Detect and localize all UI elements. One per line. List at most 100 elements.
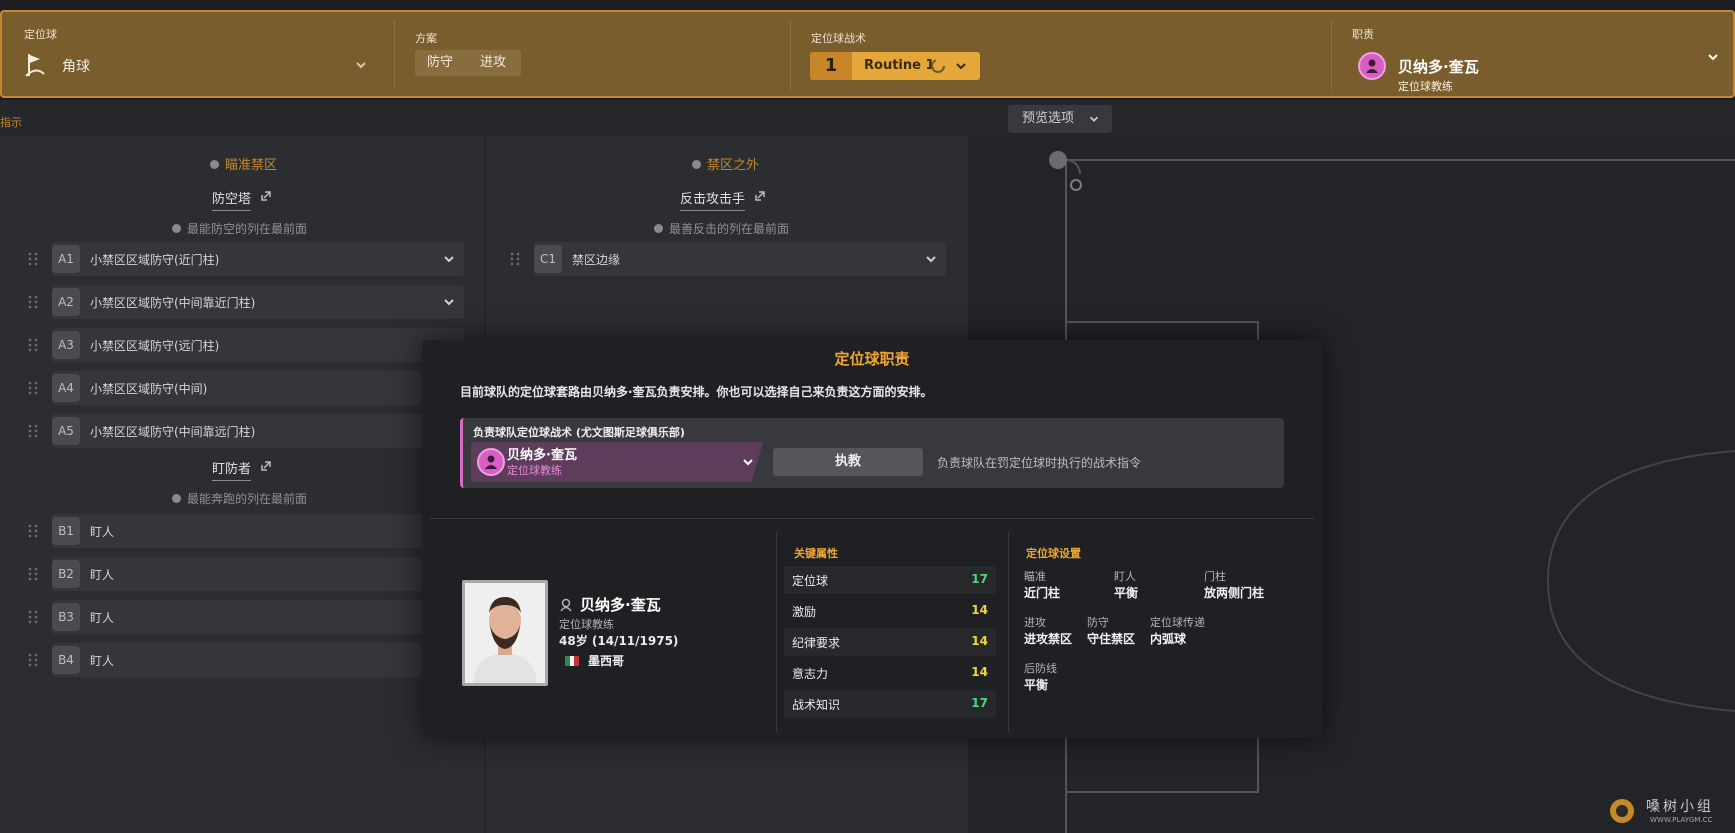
slot-dropdown[interactable]: A5 小禁区区域防守(中间靠远门柱)	[52, 414, 464, 448]
slot-label: 小禁区区域防守(远门柱)	[90, 339, 220, 353]
setting-label: 瞄准	[1024, 570, 1046, 583]
slot-dropdown[interactable]: C1 禁区边缘	[534, 242, 946, 276]
drag-handle-icon[interactable]	[510, 252, 520, 266]
coach-nationality: 墨西哥	[588, 654, 625, 668]
slot-row[interactable]: A3 小禁区区域防守(远门柱)	[28, 328, 464, 362]
person-icon	[560, 598, 572, 612]
attribute-name: 定位球	[792, 574, 829, 588]
attribute-name: 激励	[792, 605, 817, 619]
coach-button[interactable]: 执教	[773, 448, 923, 476]
person-icon	[1366, 59, 1378, 73]
info-icon	[172, 494, 181, 503]
slot-label: 小禁区区域防守(近门柱)	[90, 253, 220, 267]
slot-code: A1	[52, 245, 80, 273]
group-hint: 最善反击的列在最前面	[654, 220, 789, 237]
attribute-value: 14	[971, 634, 988, 648]
dialog-title: 定位球职责	[834, 350, 910, 368]
assignment-row: 负责球队定位球战术 (尤文图斯足球俱乐部) 贝纳多·奎瓦 定位球教练 执教 负责…	[460, 418, 1284, 488]
coach-role: 定位球教练	[559, 618, 614, 631]
staff-dropdown[interactable]: 贝纳多·奎瓦 定位球教练	[471, 442, 763, 482]
slot-dropdown[interactable]: B4 盯人	[52, 643, 464, 677]
coach-photo	[462, 580, 548, 686]
info-icon	[210, 160, 219, 169]
slot-row[interactable]: B3 盯人	[28, 600, 464, 634]
tab-defense[interactable]: 防守	[415, 50, 465, 76]
attribute-value: 17	[971, 696, 988, 710]
drag-handle-icon[interactable]	[28, 381, 38, 395]
watermark-text: 嗓树小组	[1646, 799, 1714, 815]
setpiece-value: 角球	[62, 59, 90, 75]
setting-label: 门柱	[1204, 570, 1226, 583]
assigned-role: 定位球教练	[507, 464, 562, 477]
zone-title: 瞄准禁区	[210, 154, 277, 173]
slot-dropdown[interactable]: A4 小禁区区域防守(中间)	[52, 371, 464, 405]
slot-label: 盯人	[90, 525, 115, 539]
tactic-label: 定位球战术	[811, 32, 866, 45]
slot-row[interactable]: C1 禁区边缘	[510, 242, 946, 276]
drag-handle-icon[interactable]	[28, 567, 38, 581]
person-icon	[485, 455, 497, 469]
routine-name: Routine 1	[864, 58, 935, 73]
slot-label: 禁区边缘	[572, 253, 621, 267]
drag-handle-icon[interactable]	[28, 252, 38, 266]
setting-label: 进攻	[1024, 616, 1046, 629]
slot-code: A2	[52, 288, 80, 316]
expand-icon[interactable]	[260, 190, 272, 202]
slot-dropdown[interactable]: A1 小禁区区域防守(近门柱)	[52, 242, 464, 276]
responsible-role: 定位球教练	[1398, 80, 1453, 93]
setting-value: 守住禁区	[1087, 632, 1136, 646]
routine-selector[interactable]: 1 Routine 1	[810, 52, 980, 80]
setting-value: 放两侧门柱	[1204, 586, 1265, 600]
setpiece-settings-title: 定位球设置	[1026, 547, 1081, 560]
slot-row[interactable]: B1 盯人	[28, 514, 464, 548]
setpiece-type-selector[interactable]: 定位球 角球	[2, 12, 394, 96]
coach-name[interactable]: 贝纳多·奎瓦	[580, 594, 661, 615]
group-title-markers: 盯防者	[212, 458, 252, 481]
slot-code: B1	[52, 517, 80, 545]
tab-attack[interactable]: 进攻	[465, 50, 521, 76]
attribute-row: 纪律要求 14	[784, 628, 996, 656]
slot-code: C1	[534, 245, 562, 273]
expand-icon[interactable]	[260, 460, 272, 472]
instructions-link[interactable]: 指示	[0, 114, 22, 130]
slot-dropdown[interactable]: A3 小禁区区域防守(远门柱)	[52, 328, 464, 362]
slot-row[interactable]: B4 盯人	[28, 643, 464, 677]
setting-label: 后防线	[1024, 662, 1057, 675]
setpiece-label: 定位球	[24, 28, 57, 41]
chevron-down-icon	[1708, 54, 1718, 61]
slot-code: B4	[52, 646, 80, 674]
slot-row[interactable]: A5 小禁区区域防守(中间靠远门柱)	[28, 414, 464, 448]
slot-dropdown[interactable]: B2 盯人	[52, 557, 464, 591]
group-hint: 最能奔跑的列在最前面	[172, 490, 307, 507]
slot-label: 盯人	[90, 568, 115, 582]
slot-row[interactable]: A1 小禁区区域防守(近门柱)	[28, 242, 464, 276]
coach-avatar	[1358, 52, 1386, 80]
chevron-down-icon	[1089, 116, 1099, 122]
setpiece-responsibility-dialog: 定位球职责 目前球队的定位球套路由贝纳多·奎瓦负责安排。你也可以选择自己来负责这…	[422, 340, 1322, 738]
attribute-row: 定位球 17	[784, 566, 996, 594]
attribute-name: 纪律要求	[792, 636, 841, 650]
slot-row[interactable]: A4 小禁区区域防守(中间)	[28, 371, 464, 405]
group-title-counter: 反击攻击手	[680, 188, 746, 211]
drag-handle-icon[interactable]	[28, 653, 38, 667]
attribute-name: 战术知识	[792, 698, 841, 712]
slot-row[interactable]: B2 盯人	[28, 557, 464, 591]
drag-handle-icon[interactable]	[28, 338, 38, 352]
responsibility-selector[interactable]: 职责	[1332, 12, 1732, 96]
responsibility-label: 职责	[1352, 28, 1374, 41]
drag-handle-icon[interactable]	[28, 610, 38, 624]
preview-options-button[interactable]: 预览选项	[1008, 105, 1112, 133]
mexico-flag-icon	[565, 656, 579, 666]
expand-icon[interactable]	[754, 190, 766, 202]
slot-dropdown[interactable]: B3 盯人	[52, 600, 464, 634]
chevron-down-icon	[956, 63, 966, 70]
slot-dropdown[interactable]: B1 盯人	[52, 514, 464, 548]
slot-row[interactable]: A2 小禁区区域防守(中间靠近门柱)	[28, 285, 464, 319]
attribute-value: 17	[971, 572, 988, 586]
drag-handle-icon[interactable]	[28, 295, 38, 309]
assignment-label: 负责球队定位球战术 (尤文图斯足球俱乐部)	[473, 426, 685, 439]
drag-handle-icon[interactable]	[28, 424, 38, 438]
slot-label: 盯人	[90, 654, 115, 668]
slot-dropdown[interactable]: A2 小禁区区域防守(中间靠近门柱)	[52, 285, 464, 319]
drag-handle-icon[interactable]	[28, 524, 38, 538]
